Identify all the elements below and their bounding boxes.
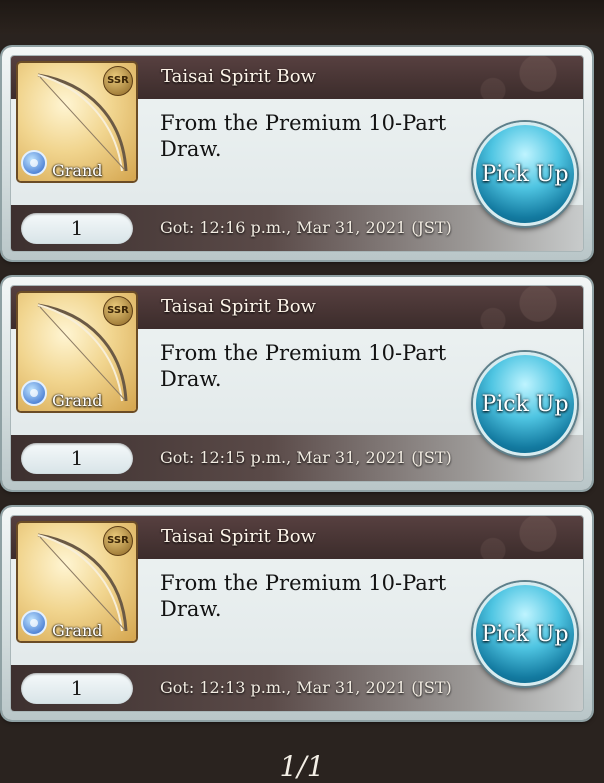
pick-up-button[interactable]: Pick Up: [473, 582, 577, 686]
item-description: From the Premium 10-Part Draw.: [160, 341, 447, 391]
pick-up-button[interactable]: Pick Up: [473, 122, 577, 226]
item-name: Taisai Spirit Bow: [161, 66, 316, 87]
pick-up-label: Pick Up: [481, 161, 569, 187]
series-label: Grand: [52, 391, 103, 410]
obtained-timestamp: Got: 12:15 p.m., Mar 31, 2021 (JST): [160, 448, 452, 467]
item-card: Taisai Spirit Bow From the Premium 10-Pa…: [2, 47, 592, 260]
item-name: Taisai Spirit Bow: [161, 526, 316, 547]
quantity-badge: 1: [21, 443, 133, 474]
item-thumbnail[interactable]: SSR Grand: [18, 293, 136, 411]
pagination-indicator: 1/1: [279, 750, 325, 783]
pick-up-label: Pick Up: [481, 391, 569, 417]
water-element-icon: [21, 610, 47, 636]
item-description: From the Premium 10-Part Draw.: [160, 571, 447, 621]
item-card: Taisai Spirit Bow From the Premium 10-Pa…: [2, 277, 592, 490]
item-name: Taisai Spirit Bow: [161, 296, 316, 317]
obtained-timestamp: Got: 12:16 p.m., Mar 31, 2021 (JST): [160, 218, 452, 237]
ssr-badge: SSR: [103, 66, 133, 96]
water-element-icon: [21, 150, 47, 176]
ssr-badge: SSR: [103, 296, 133, 326]
item-thumbnail[interactable]: SSR Grand: [18, 63, 136, 181]
water-element-icon: [21, 380, 47, 406]
quantity-value: 1: [70, 446, 84, 470]
pick-up-button[interactable]: Pick Up: [473, 352, 577, 456]
obtained-timestamp: Got: 12:13 p.m., Mar 31, 2021 (JST): [160, 678, 452, 697]
quantity-badge: 1: [21, 213, 133, 244]
ssr-badge: SSR: [103, 526, 133, 556]
quantity-badge: 1: [21, 673, 133, 704]
top-band: [0, 0, 604, 34]
item-thumbnail[interactable]: SSR Grand: [18, 523, 136, 641]
item-card: Taisai Spirit Bow From the Premium 10-Pa…: [2, 507, 592, 720]
item-description: From the Premium 10-Part Draw.: [160, 111, 447, 161]
series-label: Grand: [52, 161, 103, 180]
pick-up-label: Pick Up: [481, 621, 569, 647]
quantity-value: 1: [70, 676, 84, 700]
series-label: Grand: [52, 621, 103, 640]
quantity-value: 1: [70, 216, 84, 240]
